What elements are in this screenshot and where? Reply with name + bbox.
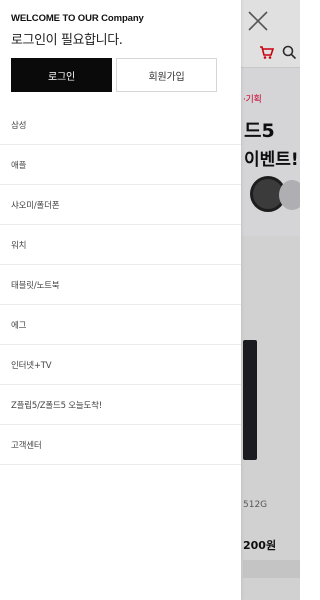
menu-item-xiaomi-folder[interactable]: 샤오미/폴더폰 <box>0 185 241 225</box>
menu-item-zflip-zfold[interactable]: Z플립5/Z폴드5 오늘도착! <box>0 385 241 425</box>
menu-item-apple[interactable]: 애플 <box>0 145 241 185</box>
menu-item-customer-center[interactable]: 고객센터 <box>0 425 241 465</box>
close-button[interactable] <box>245 8 271 34</box>
close-icon <box>248 11 268 31</box>
signup-button[interactable]: 회원가입 <box>116 58 217 92</box>
login-button[interactable]: 로그인 <box>11 58 112 92</box>
menu-item-tablet-laptop[interactable]: 태블릿/노트북 <box>0 265 241 305</box>
welcome-text: WELCOME TO OUR Company <box>11 13 144 24</box>
login-required-message: 로그인이 필요합니다. <box>11 33 123 48</box>
category-menu: 삼성 애플 샤오미/폴더폰 워치 태블릿/노트북 에그 인터넷+TV Z플립5/… <box>0 105 241 465</box>
menu-item-internet-tv[interactable]: 인터넷+TV <box>0 345 241 385</box>
side-drawer: WELCOME TO OUR Company 로그인이 필요합니다. 로그인 회… <box>0 0 241 600</box>
menu-item-watch[interactable]: 워치 <box>0 225 241 265</box>
menu-item-samsung[interactable]: 삼성 <box>0 105 241 145</box>
menu-item-egg[interactable]: 에그 <box>0 305 241 345</box>
